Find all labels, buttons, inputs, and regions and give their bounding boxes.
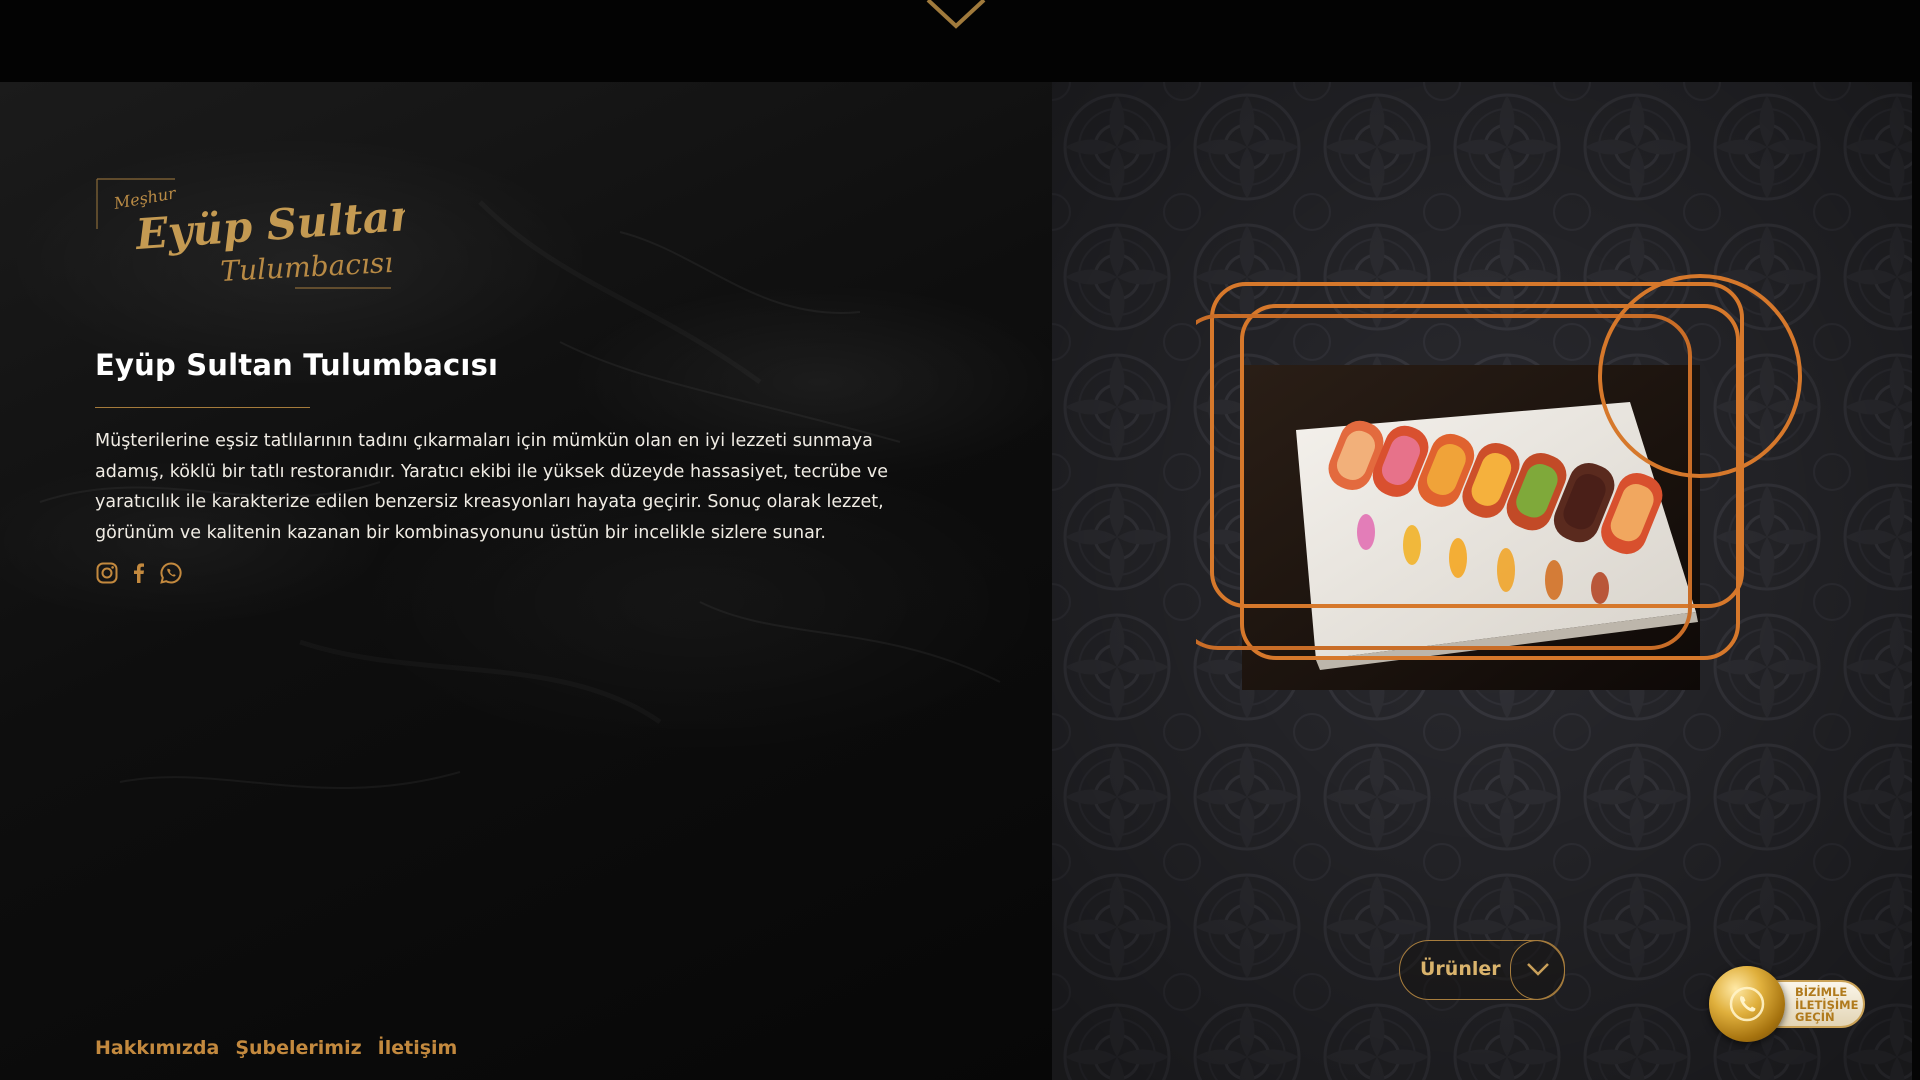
- contact-us-badge[interactable]: BİZİMLE İLETİŞİME GEÇİN: [1707, 962, 1867, 1042]
- product-image-frame: [1196, 274, 1802, 690]
- brand-logo[interactable]: Meşhur Eyüp Sultan Tulumbacısı: [95, 177, 405, 297]
- products-button[interactable]: Ürünler: [1399, 940, 1565, 1000]
- contact-coin-button[interactable]: [1709, 966, 1785, 1042]
- about-description: Müşterilerine eşsiz tatlılarının tadını …: [95, 431, 888, 543]
- contact-line-1: BİZİMLE: [1795, 985, 1848, 999]
- facebook-icon[interactable]: [127, 561, 151, 585]
- about-panel: Meşhur Eyüp Sultan Tulumbacısı Eyüp Sult…: [0, 82, 1052, 1080]
- contact-line-3: GEÇİN: [1795, 1010, 1835, 1024]
- products-button-label: Ürünler: [1420, 958, 1501, 980]
- svg-text:Tulumbacısı: Tulumbacısı: [220, 246, 394, 288]
- contact-badge-text: BİZİMLE İLETİŞİME GEÇİN: [1795, 986, 1865, 1024]
- social-links: [95, 561, 183, 585]
- phone-icon: [1729, 986, 1765, 1022]
- footer-link-branches[interactable]: Şubelerimiz: [235, 1037, 361, 1059]
- products-chevron-circle[interactable]: [1510, 940, 1565, 1000]
- scroll-down-chevron-icon[interactable]: [922, 0, 990, 30]
- whatsapp-icon[interactable]: [159, 561, 183, 585]
- page-title: Eyüp Sultan Tulumbacısı: [95, 348, 499, 382]
- footer-link-contact[interactable]: İletişim: [378, 1037, 458, 1059]
- footer-nav: Hakkımızda Şubelerimiz İletişim: [95, 1037, 457, 1059]
- page-edge: [1912, 82, 1920, 1080]
- product-photo: [1242, 365, 1700, 690]
- title-divider: [95, 407, 310, 408]
- footer-link-about[interactable]: Hakkımızda: [95, 1037, 219, 1059]
- instagram-icon[interactable]: [95, 561, 119, 585]
- chevron-down-icon: [1527, 963, 1549, 976]
- top-bar: [0, 0, 1920, 82]
